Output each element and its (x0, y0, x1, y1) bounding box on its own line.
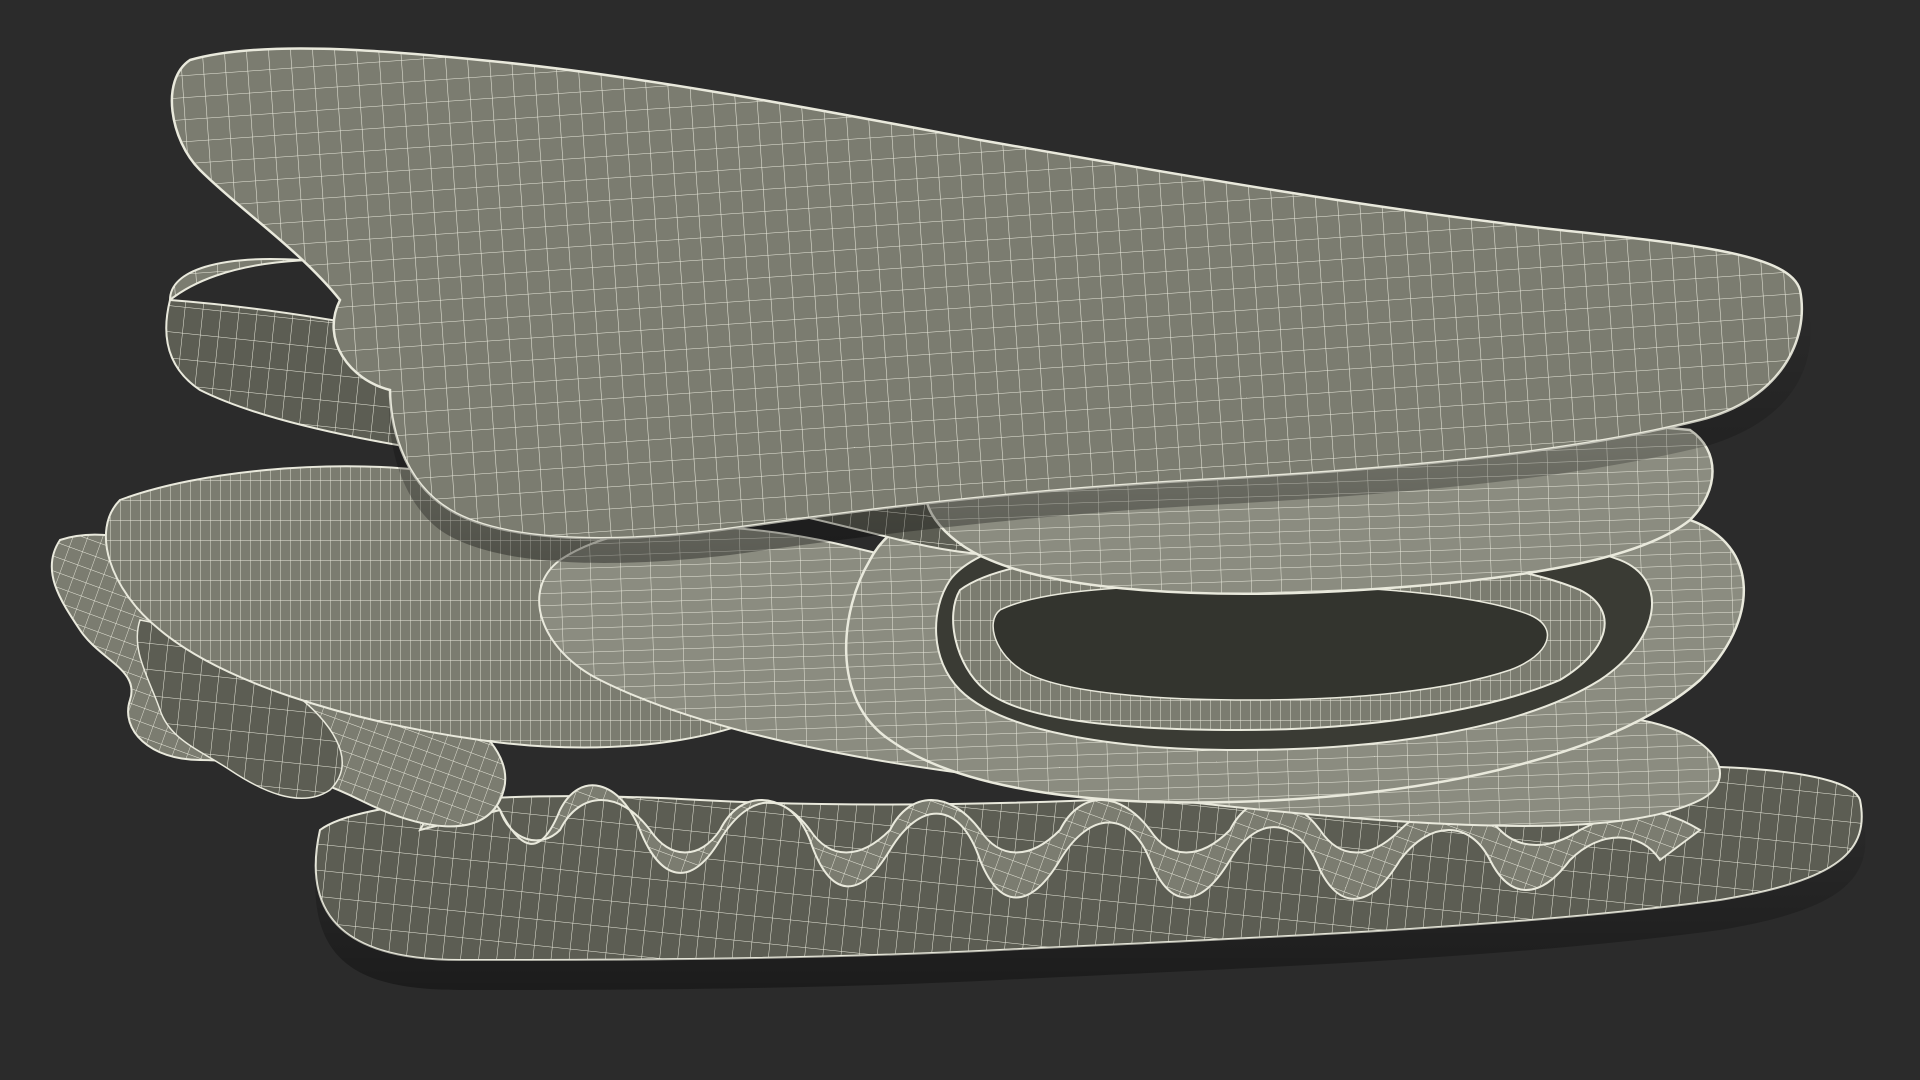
sandwich-wireframe-render (50, 47, 1866, 990)
render-viewport (0, 0, 1920, 1080)
